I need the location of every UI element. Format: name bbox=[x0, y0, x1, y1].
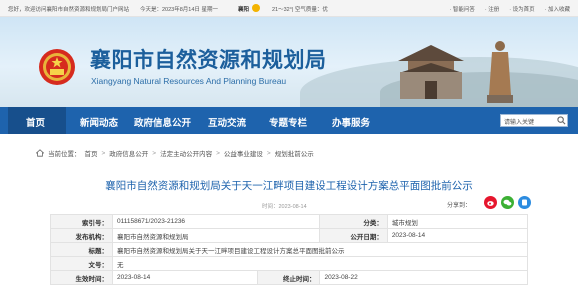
register-link[interactable]: · 注册 bbox=[485, 5, 499, 13]
table-row: 索引号： 011158671/2023-21236 分类： 城市规划 bbox=[50, 214, 529, 229]
current-date: 今天是：2023年8月14日 星期一 bbox=[140, 7, 218, 13]
top-utility-bar: 您好，欢迎访问襄阳市自然资源和规划局门户网站 今天是：2023年8月14日 星期… bbox=[0, 0, 578, 17]
expire-label: 终止时间： bbox=[257, 270, 321, 285]
effective-value: 2023-08-14 bbox=[111, 270, 259, 285]
table-row: 文号： 无 bbox=[50, 256, 529, 271]
article-date: 时间：2023-08-14 bbox=[262, 204, 307, 210]
site-title: 襄阳市自然资源和规划局 bbox=[90, 48, 327, 72]
site-title-english: Xiangyang Natural Resources And Planning… bbox=[91, 76, 287, 86]
pubdate-value: 2023-08-14 bbox=[386, 228, 529, 243]
article-title: 襄阳市自然资源和规划局关于天一江畔项目建设工程设计方案总平面图批前公示 bbox=[105, 180, 473, 192]
main-nav: 首页 新闻动态 政府信息公开 互动交流 专题专栏 办事服务 请输入关键 bbox=[0, 107, 578, 134]
nav-gov-info[interactable]: 政府信息公开 bbox=[134, 115, 191, 129]
search-input[interactable]: 请输入关键 bbox=[500, 114, 568, 127]
table-row: 标题： 襄阳市自然资源和规划局关于天一江畔项目建设工程设计方案总平面图批前公示 bbox=[50, 242, 529, 257]
docno-label: 文号： bbox=[50, 256, 113, 271]
nav-services[interactable]: 办事服务 bbox=[332, 115, 370, 129]
breadcrumb-separator: > bbox=[216, 149, 220, 157]
add-favorite-link[interactable]: · 加入收藏 bbox=[545, 5, 570, 13]
table-row: 生效时间： 2023-08-14 终止时间： 2023-08-22 bbox=[50, 270, 528, 285]
smart-qa-link[interactable]: · 智能问答 bbox=[450, 5, 475, 13]
index-value: 011158671/2023-21236 bbox=[111, 214, 321, 229]
breadcrumb-item[interactable]: 政府信息公开 bbox=[109, 148, 148, 158]
table-row: 发布机构： 襄阳市自然资源和规划局 公开日期： 2023-08-14 bbox=[50, 228, 529, 243]
breadcrumb: 当前位置： 首页 > 政府信息公开 > 法定主动公开内容 > 公益事业建设 > … bbox=[36, 148, 314, 158]
qzone-share-icon[interactable] bbox=[518, 196, 531, 209]
nav-special-topics[interactable]: 专题专栏 bbox=[269, 115, 307, 129]
breadcrumb-separator: > bbox=[101, 149, 106, 157]
nav-news[interactable]: 新闻动态 bbox=[80, 115, 118, 129]
search-placeholder: 请输入关键 bbox=[504, 120, 535, 126]
breadcrumb-separator: > bbox=[152, 149, 157, 157]
breadcrumb-item[interactable]: 首页 bbox=[85, 148, 98, 158]
document-info-table: 索引号： 011158671/2023-21236 分类： 城市规划 发布机构：… bbox=[50, 214, 529, 285]
weather-city: 襄阳 bbox=[238, 7, 250, 13]
home-icon bbox=[36, 149, 44, 157]
docno-value: 无 bbox=[111, 256, 529, 271]
category-label: 分类： bbox=[319, 214, 388, 229]
share-label: 分享到： bbox=[447, 203, 472, 209]
weibo-share-icon[interactable] bbox=[484, 196, 497, 209]
set-homepage-link[interactable]: · 设为首页 bbox=[509, 5, 534, 13]
breadcrumb-item[interactable]: 法定主动公开内容 bbox=[160, 148, 212, 158]
statue-image bbox=[487, 41, 513, 103]
index-label: 索引号： bbox=[50, 214, 113, 229]
breadcrumb-item[interactable]: 规划批前公示 bbox=[275, 148, 314, 158]
title-value: 襄阳市自然资源和规划局关于天一江畔项目建设工程设计方案总平面图批前公示 bbox=[111, 242, 529, 257]
top-links: · 智能问答 · 注册 · 设为首页 · 加入收藏 bbox=[450, 5, 571, 13]
expire-value: 2023-08-22 bbox=[319, 270, 528, 285]
city-gate-tower-image bbox=[398, 45, 464, 99]
sun-icon bbox=[252, 4, 260, 12]
wechat-share-icon[interactable] bbox=[501, 196, 514, 209]
breadcrumb-item[interactable]: 公益事业建设 bbox=[224, 148, 263, 158]
site-banner: 襄阳市自然资源和规划局 Xiangyang Natural Resources … bbox=[0, 17, 578, 107]
nav-home[interactable]: 首页 bbox=[26, 115, 45, 129]
publisher-label: 发布机构： bbox=[50, 228, 113, 243]
national-emblem-icon[interactable] bbox=[38, 48, 76, 86]
title-label: 标题： bbox=[50, 242, 113, 257]
pubdate-label: 公开日期： bbox=[319, 228, 388, 243]
nav-interaction[interactable]: 互动交流 bbox=[208, 115, 246, 129]
welcome-text: 您好，欢迎访问襄阳市自然资源和规划局门户网站 bbox=[8, 7, 130, 13]
search-icon[interactable] bbox=[557, 116, 566, 125]
effective-label: 生效时间： bbox=[50, 270, 113, 285]
publisher-value: 襄阳市自然资源和规划局 bbox=[111, 228, 321, 243]
breadcrumb-separator: > bbox=[266, 149, 271, 157]
breadcrumb-label: 当前位置： bbox=[48, 151, 81, 158]
category-value: 城市规划 bbox=[386, 214, 529, 229]
weather-text: 21～32°| 空气质量：优 bbox=[272, 7, 328, 13]
